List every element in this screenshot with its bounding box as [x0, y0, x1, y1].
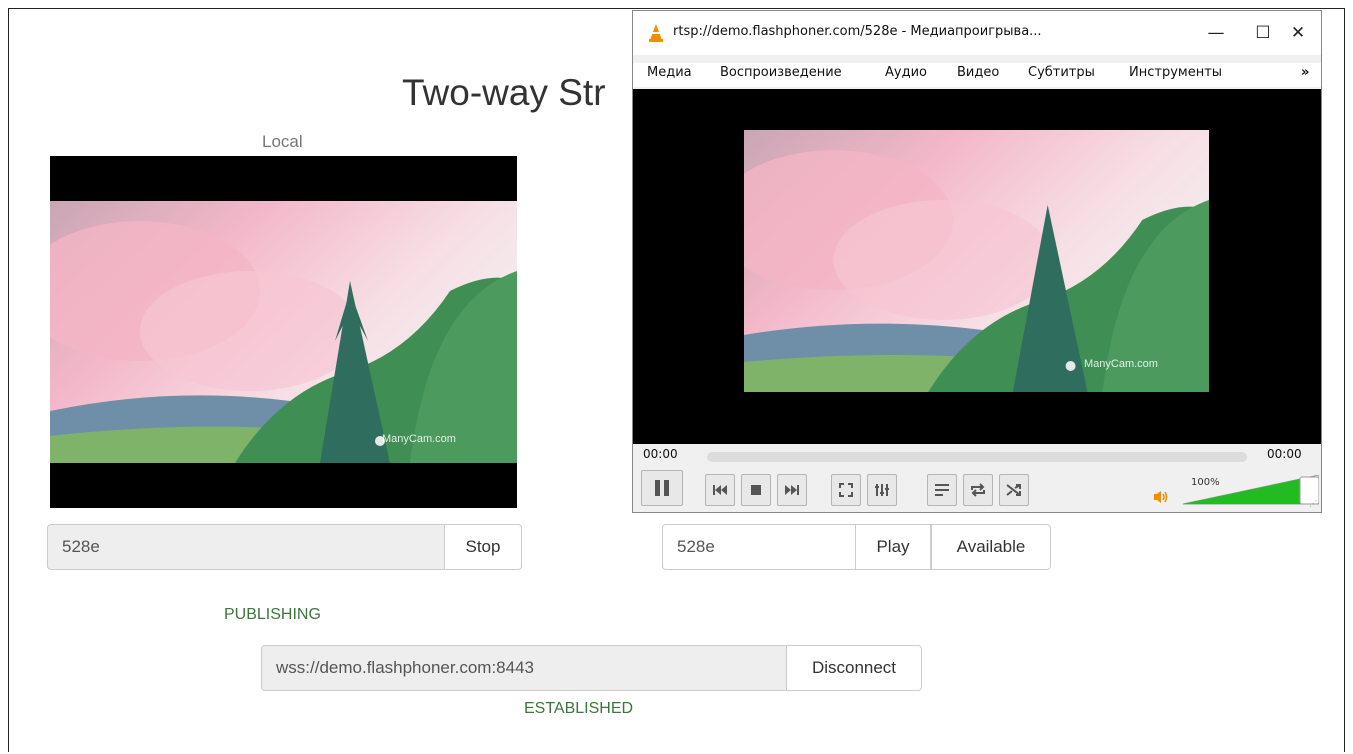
- vlc-cone-icon: [649, 24, 663, 42]
- page-title: Two-way Str: [402, 72, 606, 113]
- fullscreen-icon: [839, 483, 853, 497]
- loop-icon: [971, 483, 985, 497]
- disconnect-button[interactable]: Disconnect: [786, 645, 922, 691]
- minimize-button[interactable]: —: [1193, 11, 1239, 55]
- menu-overflow-chevron[interactable]: »: [1301, 65, 1309, 80]
- vlc-titlebar[interactable]: rtsp://demo.flashphoner.com/528e - Медиа…: [633, 11, 1321, 55]
- vlc-menubar: Медиа Воспроизведение Аудио Видео Субтит…: [633, 63, 1321, 87]
- manycam-watermark: ManyCam.com: [382, 433, 456, 445]
- equalizer-icon: [875, 484, 889, 496]
- playlist-icon: [935, 484, 949, 496]
- playlist-button[interactable]: [927, 474, 957, 506]
- video-scene-graphic: [744, 130, 1209, 392]
- vlc-video-frame: ManyCam.com: [744, 130, 1209, 392]
- skip-previous-icon: [713, 485, 727, 495]
- next-button[interactable]: [777, 474, 807, 506]
- time-elapsed: 00:00: [643, 447, 678, 461]
- menu-tools[interactable]: Инструменты: [1129, 65, 1222, 80]
- menu-media[interactable]: Медиа: [647, 65, 692, 80]
- server-url-input[interactable]: wss://demo.flashphoner.com:8443: [261, 645, 787, 691]
- vlc-video-area[interactable]: ManyCam.com: [633, 89, 1321, 444]
- previous-button[interactable]: [705, 474, 735, 506]
- pause-button[interactable]: [641, 470, 683, 506]
- window-resize-grip[interactable]: ⋰: [1309, 499, 1319, 509]
- stop-icon: [751, 485, 761, 495]
- seek-bar[interactable]: [707, 452, 1247, 462]
- stop-button[interactable]: Stop: [444, 524, 522, 570]
- time-total: 00:00: [1267, 447, 1302, 461]
- shuffle-icon: [1006, 484, 1021, 496]
- vlc-player-window[interactable]: rtsp://demo.flashphoner.com/528e - Медиа…: [632, 10, 1322, 513]
- local-video-frame: ManyCam.com: [50, 201, 517, 463]
- available-button[interactable]: Available: [931, 524, 1051, 570]
- pause-icon: [655, 480, 669, 496]
- volume-slider[interactable]: [1183, 475, 1319, 505]
- manycam-watermark: ManyCam.com: [1084, 358, 1158, 370]
- extended-settings-button[interactable]: [867, 474, 897, 506]
- connection-status: ESTABLISHED: [524, 700, 634, 717]
- video-scene-graphic: [50, 201, 517, 463]
- publish-status: PUBLISHING: [224, 606, 321, 623]
- play-button[interactable]: Play: [855, 524, 931, 570]
- local-video-label: Local: [262, 132, 303, 151]
- menu-audio[interactable]: Аудио: [885, 65, 927, 80]
- shuffle-button[interactable]: [999, 474, 1029, 506]
- skip-next-icon: [785, 485, 799, 495]
- menu-video[interactable]: Видео: [957, 65, 999, 80]
- publish-stream-name-input[interactable]: 528e: [47, 524, 445, 570]
- close-button[interactable]: ✕: [1275, 11, 1321, 55]
- fullscreen-button[interactable]: [831, 474, 861, 506]
- loop-button[interactable]: [963, 474, 993, 506]
- speaker-icon[interactable]: [1153, 490, 1169, 504]
- menu-subtitles[interactable]: Субтитры: [1028, 65, 1095, 80]
- stop-playback-button[interactable]: [741, 474, 771, 506]
- play-stream-name-input[interactable]: 528e: [662, 524, 856, 570]
- local-video: ManyCam.com: [50, 156, 517, 508]
- menu-playback[interactable]: Воспроизведение: [720, 65, 842, 80]
- vlc-window-title: rtsp://demo.flashphoner.com/528e - Медиа…: [673, 24, 1042, 39]
